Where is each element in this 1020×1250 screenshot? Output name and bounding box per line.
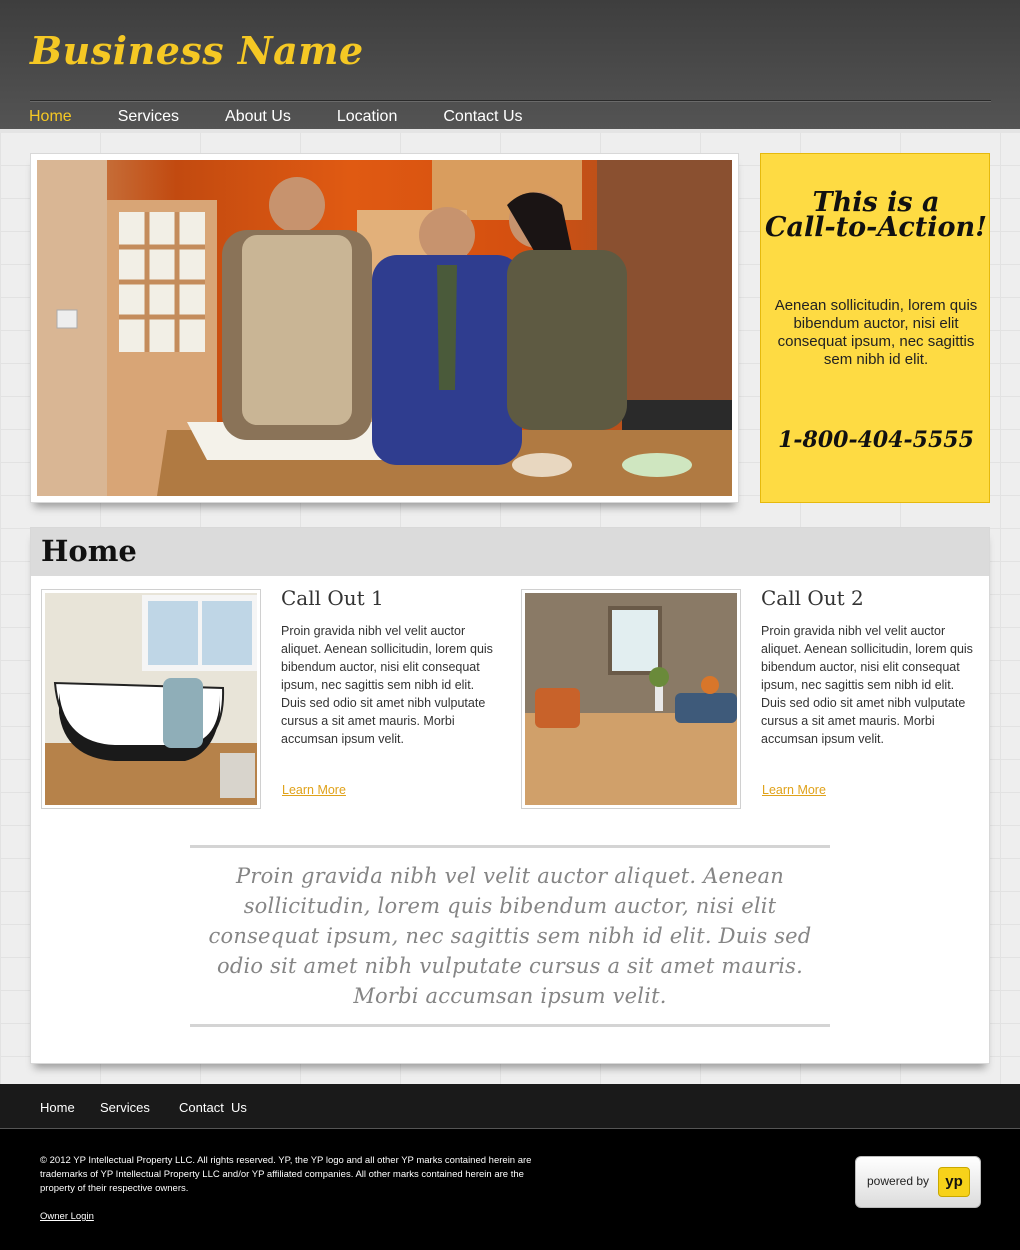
nav-location[interactable]: Location — [337, 107, 398, 129]
call-to-action-box[interactable]: This is a Call-to-Action! Aenean sollici… — [760, 153, 990, 503]
nav-home[interactable]: Home — [29, 107, 72, 129]
cta-phone-number[interactable]: 1-800-404-5555 — [761, 427, 991, 453]
nav-contact-us[interactable]: Contact Us — [443, 107, 522, 129]
page-title: Home — [41, 534, 137, 568]
callout-1-image — [45, 593, 257, 805]
quote-bottom-rule — [190, 1024, 830, 1027]
yp-logo-icon: yp — [938, 1167, 970, 1197]
footer-nav: Home Services Contact Us — [0, 1084, 1020, 1129]
callout-1-learn-more-link[interactable]: Learn More — [282, 783, 346, 797]
nav-bottom-strip — [0, 129, 1020, 133]
hero-photo-illustration — [37, 160, 732, 496]
callout-1-title: Call Out 1 — [281, 586, 384, 610]
callout-2-text: Proin gravida nibh vel velit auctor aliq… — [761, 624, 973, 746]
powered-by-yp-badge[interactable]: powered by yp — [855, 1156, 981, 1208]
callout-2-image — [525, 593, 737, 805]
footer-nav-services[interactable]: Services — [100, 1100, 150, 1115]
site-footer: © 2012 YP Intellectual Property LLC. All… — [0, 1129, 1020, 1250]
callout-1-text: Proin gravida nibh vel velit auctor aliq… — [281, 624, 493, 746]
hero-frame — [30, 153, 739, 503]
cta-body-text: Aenean sollicitudin, lorem quis bibendum… — [774, 297, 978, 368]
main-content: Home Call Out 1 Proin gravida nibh vel v… — [30, 527, 990, 1064]
nav-divider — [30, 100, 991, 102]
callout-2-title: Call Out 2 — [761, 586, 864, 610]
footer-nav-home[interactable]: Home — [40, 1100, 75, 1115]
content-header-bar: Home — [31, 528, 989, 576]
cta-title: This is a Call-to-Action! — [765, 187, 987, 243]
callout-2-image-frame — [521, 589, 741, 809]
main-nav: Home Services About Us Location Contact … — [29, 107, 569, 129]
nav-services[interactable]: Services — [118, 107, 179, 129]
nav-about-us[interactable]: About Us — [225, 107, 291, 129]
site-header: Business Name Home Services About Us Loc… — [0, 0, 1020, 131]
callout-1-image-frame — [41, 589, 261, 809]
hero-image — [37, 160, 732, 496]
quote-top-rule — [190, 845, 830, 848]
callout-2-learn-more-link[interactable]: Learn More — [762, 783, 826, 797]
living-room-photo — [525, 593, 737, 805]
pull-quote: Proin gravida nibh vel velit auctor aliq… — [208, 864, 812, 1008]
powered-by-label: powered by — [867, 1174, 930, 1188]
owner-login-link[interactable]: Owner Login — [40, 1211, 94, 1222]
copyright-text: © 2012 YP Intellectual Property LLC. All… — [40, 1155, 532, 1194]
brand-logo[interactable]: Business Name — [30, 28, 364, 73]
bathtub-photo — [45, 593, 257, 805]
footer-nav-contact-us[interactable]: Contact Us — [179, 1100, 247, 1115]
